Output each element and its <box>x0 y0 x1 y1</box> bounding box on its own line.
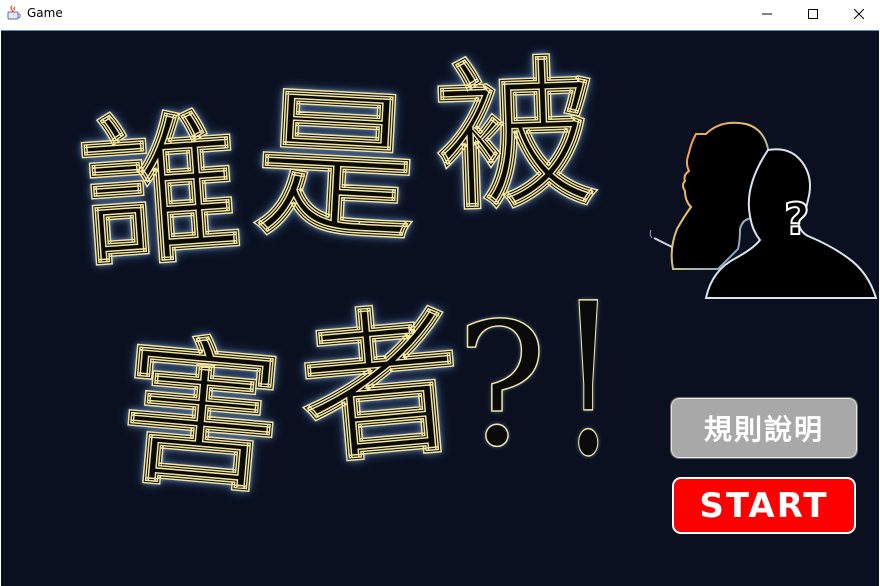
title-bar[interactable]: Game <box>0 0 880 28</box>
maximize-button[interactable] <box>790 0 836 28</box>
title-char-5: 者 <box>292 285 469 488</box>
minimize-icon <box>762 13 772 15</box>
window-title: Game <box>27 6 63 20</box>
title-exclamation-mark: ! <box>558 258 618 503</box>
title-char-1: 誰 <box>74 91 248 291</box>
title-char-2: 是 <box>250 67 421 265</box>
minimize-button[interactable] <box>744 0 790 28</box>
close-button[interactable] <box>836 0 880 28</box>
game-window: Game 誰 是 被 害 者 ? ! ? 規則說明 START <box>0 0 880 586</box>
rules-button[interactable]: 規則說明 <box>670 397 858 459</box>
title-question-mark: ? <box>455 287 548 485</box>
java-cup-icon <box>7 5 21 20</box>
close-icon <box>854 9 864 19</box>
game-canvas: 誰 是 被 害 者 ? ! ? 規則說明 START <box>1 30 879 586</box>
start-button[interactable]: START <box>672 477 856 534</box>
title-char-3: 被 <box>432 39 600 234</box>
svg-text:?: ? <box>784 194 810 245</box>
maximize-icon <box>808 9 818 19</box>
detective-silhouettes-icon: ? <box>649 121 878 299</box>
title-char-4: 害 <box>112 315 289 518</box>
